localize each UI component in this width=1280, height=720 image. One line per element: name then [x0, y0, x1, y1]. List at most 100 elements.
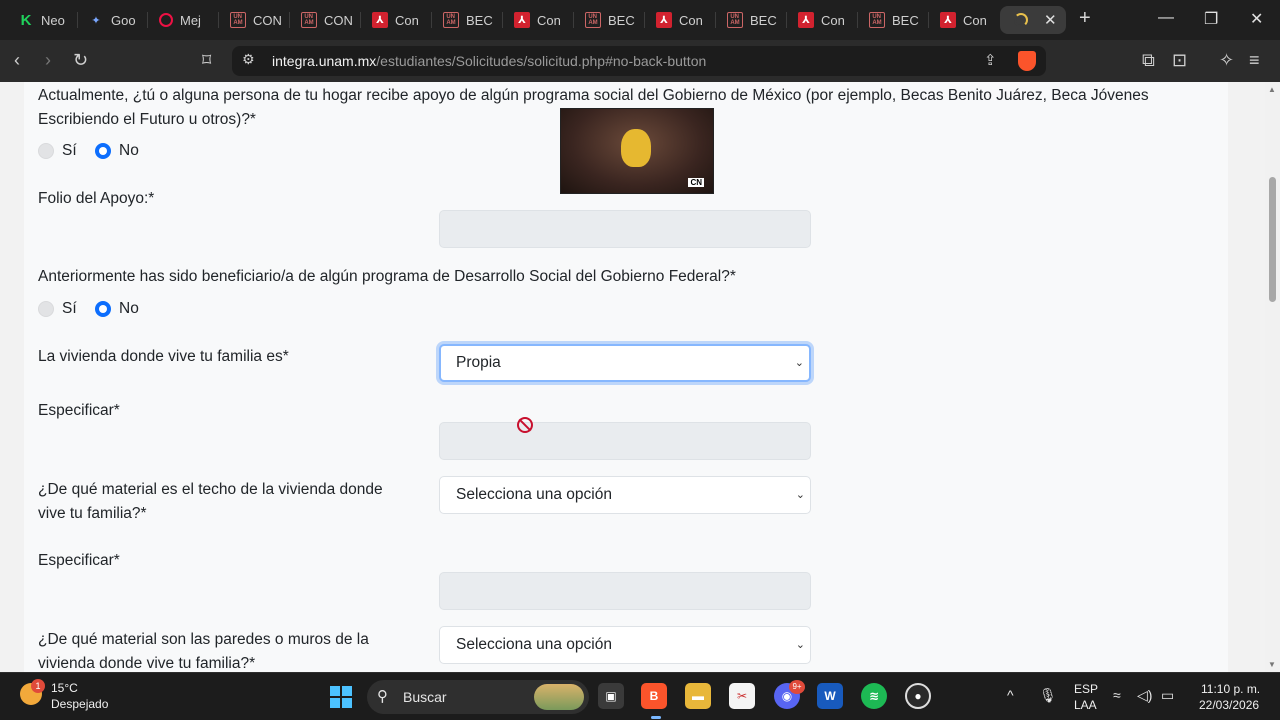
tray-overflow-icon[interactable]: ^ [1007, 687, 1014, 703]
browser-toolbar: ‹ › ↻ ⌑ ⚙ integra.unam.mx/estudiantes/So… [0, 40, 1280, 82]
gemini-icon: ✦ [91, 14, 101, 27]
tab-label: Mej [180, 12, 201, 28]
share-icon[interactable]: ⇪ [984, 51, 997, 69]
unam-icon: UN AM [301, 12, 317, 28]
unam-icon: UN AM [727, 12, 743, 28]
tab-gemini[interactable]: ✦ Goo [78, 6, 148, 34]
task-view-icon[interactable]: ▣ [598, 683, 624, 709]
microphone-icon[interactable]: 🎙 [1039, 687, 1057, 704]
scroll-down-icon[interactable]: ▼ [1268, 660, 1276, 669]
volume-icon[interactable]: ◁) [1137, 687, 1152, 704]
tab-label: BEC [466, 12, 493, 28]
new-tab-button[interactable]: + [1079, 7, 1091, 30]
tab-mej[interactable]: Mej [149, 6, 219, 34]
beneficiario-si-label: Sí [62, 300, 77, 317]
techo-label: ¿De qué material es el techo de la vivie… [38, 481, 383, 522]
tab-con-1[interactable]: UN AM CON [220, 6, 290, 34]
folio-input[interactable] [439, 210, 811, 248]
tab-bec-1[interactable]: UN AM BEC [433, 6, 503, 34]
unam-icon: UN AM [585, 12, 601, 28]
tab-pdf-1[interactable]: ⅄ Con [362, 6, 432, 34]
vivienda-selected-value: Propia [456, 354, 501, 371]
paredes-select[interactable]: Selecciona una opción ⌄ [439, 626, 811, 664]
clock-time[interactable]: 11:10 p. m. [1201, 682, 1260, 696]
chevron-down-icon: ⌄ [794, 357, 804, 369]
reload-icon[interactable]: ↻ [73, 50, 88, 71]
language-code[interactable]: ESP [1074, 682, 1098, 696]
pdf-icon: ⅄ [798, 12, 814, 28]
taskbar: 1 15°C Despejado ⚲ Buscar ▣ B ▬ ✂ ◉ 9+ W… [0, 672, 1280, 720]
record-icon [159, 13, 173, 27]
keyboard-layout[interactable]: LAA [1074, 698, 1097, 712]
restore-icon[interactable]: ❐ [1204, 9, 1218, 29]
tab-bec-4[interactable]: UN AM BEC [859, 6, 929, 34]
weather-badge: 1 [31, 679, 45, 693]
tab-label: Neo [41, 12, 65, 28]
file-explorer-icon[interactable]: ▬ [685, 683, 711, 709]
tab-label: Con [963, 12, 987, 28]
bookmark-icon[interactable]: ⌑ [202, 50, 211, 71]
spotify-icon[interactable]: ≋ [861, 683, 887, 709]
apoyo-si-label: Sí [62, 142, 77, 159]
window-close-icon[interactable]: ✕ [1250, 9, 1263, 29]
extensions-icon[interactable]: ⧉ [1142, 50, 1155, 71]
beneficiario-no-label: No [119, 300, 139, 317]
scroll-up-icon[interactable]: ▲ [1268, 85, 1276, 94]
page-viewport: Actualmente, ¿tú o alguna persona de tu … [0, 82, 1265, 672]
tab-label: BEC [608, 12, 635, 28]
k-icon: K [20, 11, 32, 29]
tab-label: BEC [750, 12, 777, 28]
clock-date[interactable]: 22/03/2026 [1199, 698, 1259, 712]
word-icon[interactable]: W [817, 683, 843, 709]
pdf-icon: ⅄ [372, 12, 388, 28]
battery-icon[interactable]: ▭ [1161, 687, 1174, 704]
brave-shield-icon[interactable] [1018, 51, 1036, 71]
tab-label: Con [679, 12, 703, 28]
tab-pdf-4[interactable]: ⅄ Con [788, 6, 858, 34]
tab-label: Con [537, 12, 561, 28]
vivienda-select[interactable]: Propia ⌄ [439, 344, 811, 382]
paredes-selected-value: Selecciona una opción [456, 636, 612, 653]
leo-ai-icon[interactable]: ✧ [1219, 50, 1234, 71]
address-bar[interactable]: ⚙ integra.unam.mx/estudiantes/Solicitude… [232, 46, 1046, 76]
tab-bec-3[interactable]: UN AM BEC [717, 6, 787, 34]
tab-con-2[interactable]: UN AM CON [291, 6, 361, 34]
back-icon[interactable]: ‹ [14, 50, 20, 71]
form-card: Actualmente, ¿tú o alguna persona de tu … [24, 82, 1228, 672]
tab-pdf-2[interactable]: ⅄ Con [504, 6, 574, 34]
question-beneficiario: Anteriormente has sido beneficiario/a de… [38, 268, 736, 285]
especificar-input-2[interactable] [439, 572, 811, 610]
techo-select[interactable]: Selecciona una opción ⌄ [439, 476, 811, 514]
minimize-icon[interactable]: — [1158, 9, 1174, 27]
taskbar-search[interactable]: ⚲ Buscar [367, 680, 589, 714]
brave-browser-icon[interactable]: B [641, 683, 667, 709]
apoyo-no-radio[interactable] [95, 143, 111, 159]
site-settings-icon[interactable]: ⚙ [242, 51, 255, 68]
apoyo-si-radio[interactable] [38, 143, 54, 159]
windows-start-icon[interactable] [330, 686, 352, 708]
wifi-icon[interactable]: ≈ [1113, 687, 1121, 703]
forward-icon[interactable]: › [45, 50, 51, 71]
tab-label: Goo [111, 12, 136, 28]
weather-desc: Despejado [51, 697, 109, 711]
tab-strip: K Neo ✦ Goo Mej UN AM CON UN AM CON ⅄ Con UN AM B… [0, 0, 1280, 40]
tab-label: CON [253, 12, 282, 28]
close-tab-icon[interactable]: ✕ [1044, 11, 1057, 29]
tab-label: BEC [892, 12, 919, 28]
menu-icon[interactable]: ≡ [1249, 50, 1260, 71]
snipping-tool-icon[interactable]: ✂ [729, 683, 755, 709]
especificar-input-1[interactable] [439, 422, 811, 460]
reader-icon[interactable]: ⊡ [1172, 50, 1187, 71]
tab-bec-2[interactable]: UN AM BEC [575, 6, 645, 34]
not-allowed-cursor-icon [517, 417, 533, 433]
tab-pdf-3[interactable]: ⅄ Con [646, 6, 716, 34]
obs-icon[interactable]: ● [905, 683, 931, 709]
scrollbar-thumb[interactable] [1269, 177, 1276, 302]
tab-pdf-5[interactable]: ⅄ Con [930, 6, 1000, 34]
tab-neo[interactable]: K Neo [8, 6, 78, 34]
beneficiario-si-radio[interactable] [38, 301, 54, 317]
unam-icon: UN AM [443, 12, 459, 28]
loading-spinner-icon [1014, 13, 1028, 27]
vertical-scrollbar[interactable]: ▲ ▼ [1265, 82, 1280, 672]
beneficiario-no-radio[interactable] [95, 301, 111, 317]
